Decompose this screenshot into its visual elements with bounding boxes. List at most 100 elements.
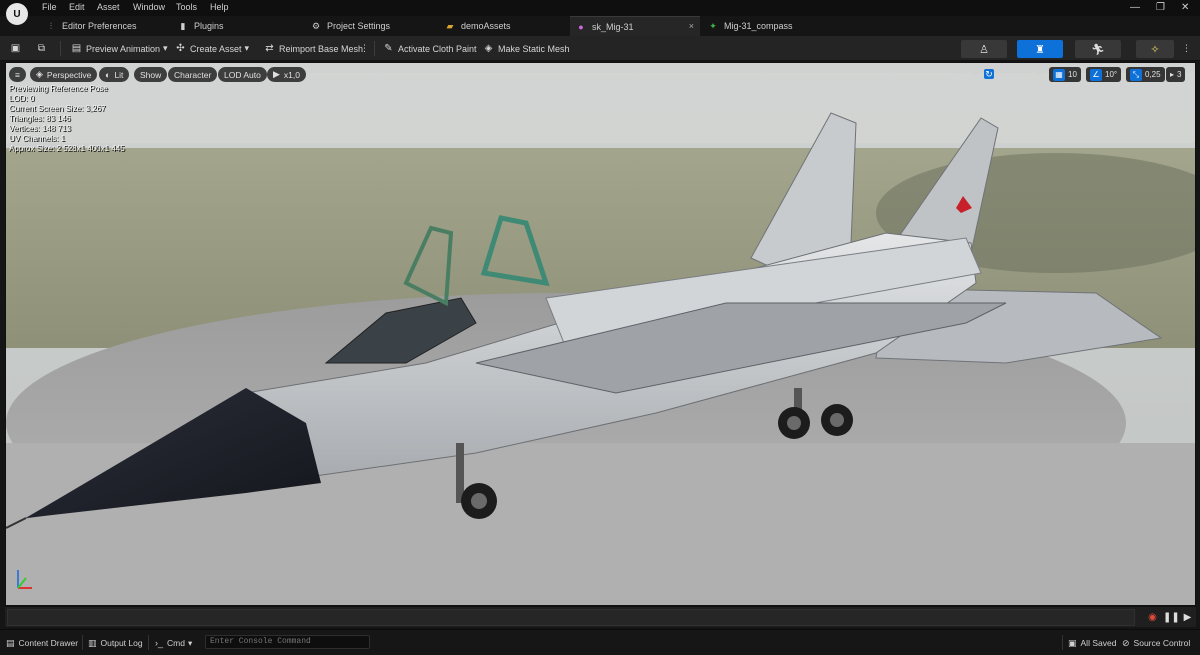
tab-mig-31-compass[interactable]: ✦ Mig-31_compass (702, 16, 832, 36)
menu-edit[interactable]: Edit (69, 2, 85, 12)
tab-label: Editor Preferences (62, 21, 137, 31)
surface-snap-icon[interactable]: ⊛ (1035, 69, 1045, 79)
show-label: Show (140, 69, 162, 80)
source-control-icon: ⊘ (1122, 637, 1130, 648)
lit-button[interactable]: ◐ Lit (99, 67, 130, 82)
stat-line: Current Screen Size: 3,267 (9, 104, 106, 113)
menu-file[interactable]: File (42, 2, 57, 12)
scale-icon[interactable]: ⤢ (1001, 69, 1011, 79)
building-wall (6, 73, 1195, 143)
viewport-menu-button[interactable]: ≡ (9, 67, 26, 82)
mesh-mode-button[interactable]: ♜ (1017, 40, 1063, 58)
preview-animation-button[interactable]: ▤ Preview Animation ▾ (71, 41, 168, 56)
tab-bar: ⫶ Editor Preferences ▮ Plugins ⚙ Project… (0, 16, 1200, 36)
cmd-selector[interactable]: ›_ Cmd ▾ (155, 636, 192, 650)
grid-snap-button[interactable]: ▦ 10 (1049, 67, 1081, 82)
output-log-button[interactable]: ▥ Output Log (88, 636, 143, 650)
stat-line: Approx Size: 2 528x1 400x1 445 (9, 144, 125, 153)
stat-line: Triangles: 83 146 (9, 114, 71, 123)
activate-cloth-paint-button[interactable]: ✎ Activate Cloth Paint (383, 41, 476, 56)
angle-icon: ∠ (1090, 68, 1102, 81)
play-icon: ▶ (273, 69, 280, 79)
log-icon: ▥ (88, 637, 97, 648)
stat-line: UV Channels: 1 (9, 134, 66, 143)
close-tab-icon[interactable]: × (689, 21, 694, 31)
tab-label: Mig-31_compass (724, 21, 793, 31)
kebab-icon: ⋮ (1182, 43, 1191, 53)
viewport-scene (6, 63, 1195, 605)
tab-sk-mig-31[interactable]: ● sk_Mig-31 × (570, 16, 700, 36)
select-icon[interactable]: ➚ (954, 69, 964, 79)
content-drawer-label: Content Drawer (18, 638, 79, 648)
sliders-icon: ⫶ (49, 20, 53, 31)
animation-mode-button[interactable]: 🏃︎ (1075, 40, 1121, 58)
menu-asset[interactable]: Asset (97, 2, 120, 12)
show-button[interactable]: Show (134, 67, 168, 82)
menu-window[interactable]: Window (133, 2, 165, 12)
console-command-input[interactable]: Enter Console Command (205, 635, 370, 649)
timeline-track[interactable] (7, 609, 1135, 626)
tab-label: demoAssets (461, 21, 511, 31)
tab-plugins[interactable]: ▮ Plugins (172, 16, 300, 36)
title-bar: File Edit Asset Window Tools Help — ❐ ✕ (0, 0, 1200, 16)
world-local-icon[interactable]: ⬡ (1018, 69, 1028, 79)
drawer-icon: ▤ (6, 637, 15, 648)
lit-sphere-icon: ◐ (105, 69, 111, 80)
tab-editor-preferences[interactable]: ⫶ Editor Preferences (40, 16, 170, 36)
perspective-icon: ◈ (36, 69, 43, 79)
play-forward-icon[interactable]: ▶ (1181, 611, 1194, 624)
rotation-snap-button[interactable]: ∠ 10° (1086, 67, 1122, 82)
chevron-down-icon: ▾ (187, 637, 193, 648)
tab-project-settings[interactable]: ⚙ Project Settings (305, 16, 435, 36)
hamburger-icon: ≡ (15, 69, 20, 80)
playback-speed-button[interactable]: ▶ x1,0 (267, 67, 306, 82)
lod-button[interactable]: LOD Auto (218, 67, 267, 82)
unreal-logo-icon: U (6, 3, 28, 25)
scale-snap-button[interactable]: ⤡ 0,25 (1126, 67, 1165, 82)
physics-mode-button[interactable]: ✧ (1136, 40, 1174, 58)
animation-icon: ▤ (71, 43, 82, 54)
reimport-base-mesh-button[interactable]: ⇄ Reimport Base Mesh (264, 41, 363, 56)
restore-button[interactable]: ❐ (1156, 2, 1165, 13)
minimize-button[interactable]: — (1130, 2, 1140, 13)
gear-icon: ⚙ (311, 20, 321, 31)
static-mesh-label: Make Static Mesh (498, 43, 570, 54)
menu-help[interactable]: Help (210, 2, 229, 12)
more-options-button[interactable]: ⋮ (360, 41, 369, 56)
more-modes-button[interactable]: ⋮ (1182, 41, 1191, 56)
all-saved-button[interactable]: ▣ All Saved (1068, 636, 1116, 650)
pause-icon[interactable]: ❚❚ (1163, 611, 1180, 624)
translate-icon[interactable]: ✥ (970, 69, 980, 79)
mesh-icon: ♜ (1035, 43, 1045, 56)
browse-button[interactable]: ⧉ (36, 41, 51, 56)
create-asset-button[interactable]: ✣ Create Asset ▾ (175, 41, 249, 56)
static-mesh-icon: ◈ (484, 43, 493, 54)
skeleton-mode-button[interactable]: ♙ (961, 40, 1007, 58)
skeleton-icon: ✦ (709, 20, 717, 31)
rotate-icon[interactable]: ↻ (984, 69, 994, 79)
camera-speed-value: 3 (1177, 70, 1182, 79)
browse-icon: ⧉ (37, 43, 46, 54)
perspective-button[interactable]: ◈ Perspective (30, 67, 98, 82)
perspective-label: Perspective (46, 69, 92, 80)
record-icon[interactable]: ◉ (1146, 611, 1159, 624)
lightbulb-icon: ✧ (1150, 43, 1160, 56)
viewport-stats: Previewing Reference Pose LOD: 0 Current… (9, 84, 125, 154)
stat-line: Previewing Reference Pose (9, 84, 108, 93)
output-log-label: Output Log (100, 638, 143, 648)
cmd-label: Cmd (167, 638, 185, 648)
separator (148, 635, 149, 650)
menu-tools[interactable]: Tools (176, 2, 197, 12)
content-drawer-button[interactable]: ▤ Content Drawer (6, 636, 78, 650)
character-button[interactable]: Character (168, 67, 218, 82)
make-static-mesh-button[interactable]: ◈ Make Static Mesh (483, 41, 570, 56)
close-window-button[interactable]: ✕ (1181, 2, 1189, 13)
lit-label: Lit (114, 69, 124, 80)
source-control-button[interactable]: ⊘ Source Control (1122, 636, 1190, 650)
preview-viewport[interactable]: ≡ ◈ Perspective ◐ Lit Show Character LOD… (5, 62, 1196, 606)
running-figure-icon: 🏃︎ (1091, 43, 1105, 56)
tab-demo-assets[interactable]: ▰ demoAssets (439, 16, 567, 36)
camera-speed-button[interactable]: ▸ 3 (1166, 67, 1186, 82)
terminal-icon: ›_ (155, 638, 164, 648)
save-button[interactable]: ▣ (10, 41, 25, 56)
